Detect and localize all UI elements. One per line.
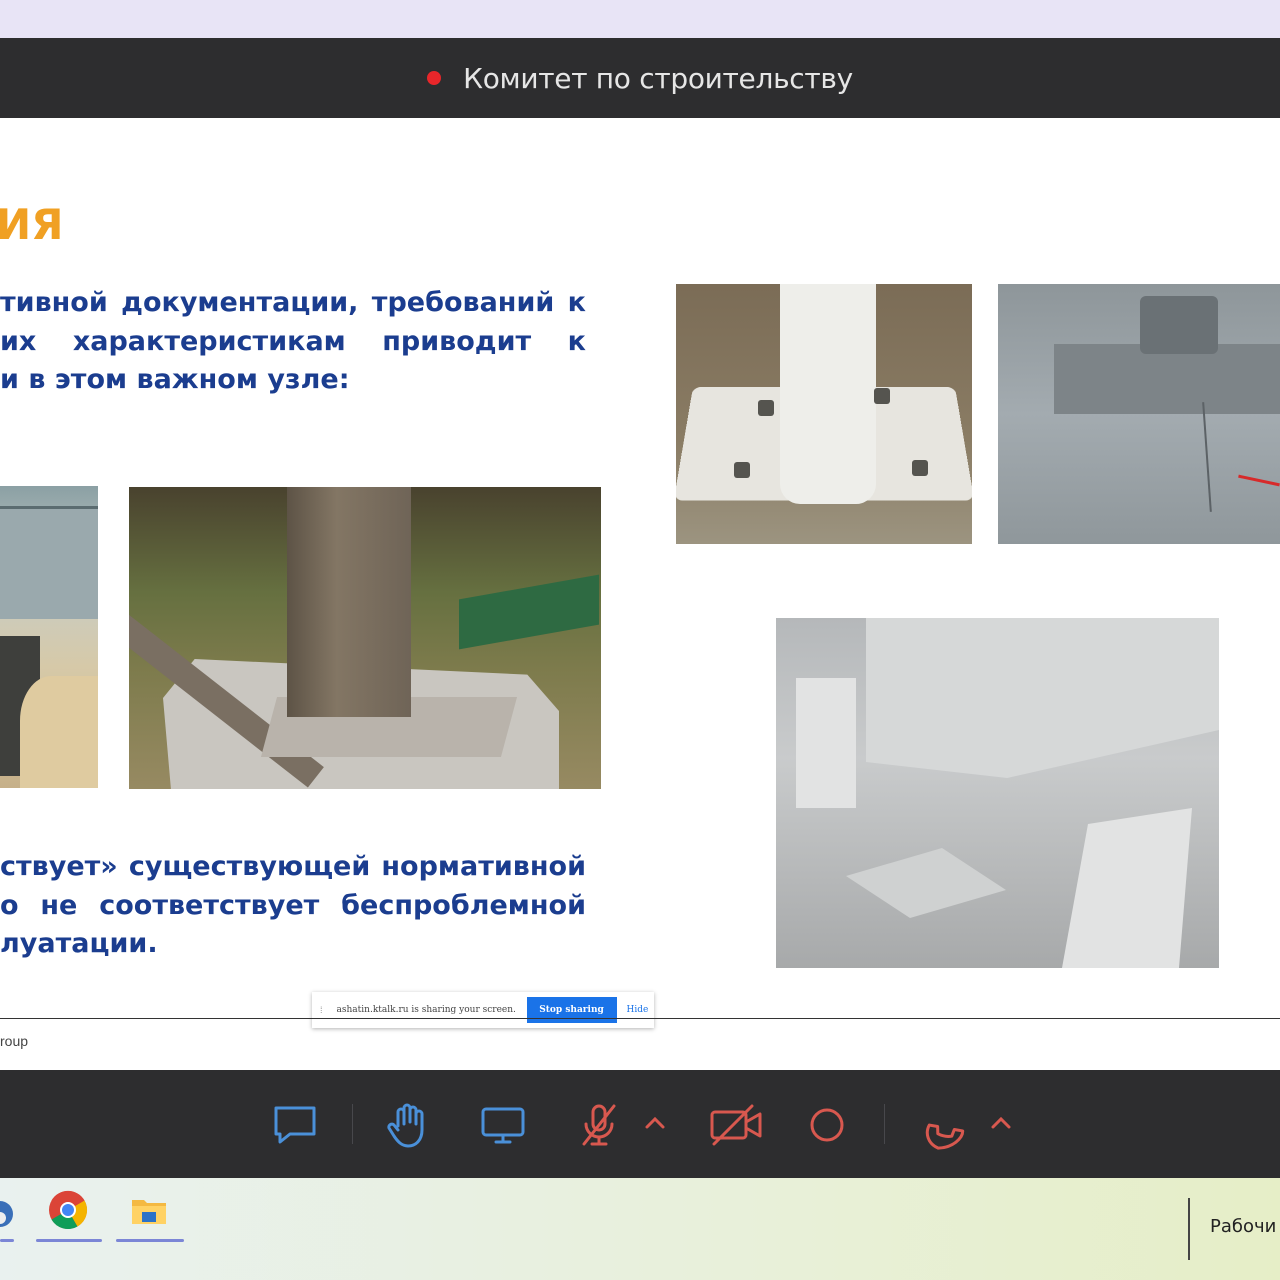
mic-options-chevron-icon[interactable]	[640, 1108, 670, 1138]
record-icon[interactable]	[802, 1100, 852, 1150]
slide-paragraph-top: тивной документации, требований к их хар…	[0, 284, 586, 400]
hide-link[interactable]: Hide	[627, 1005, 649, 1015]
paragraph-line: луатации.	[0, 928, 158, 959]
taskbar-active-indicator	[0, 1239, 14, 1242]
raise-hand-icon[interactable]	[384, 1100, 434, 1150]
shared-slide: ИЯ тивной документации, требований к их …	[0, 118, 1280, 1070]
slide-heading: ИЯ	[0, 200, 64, 249]
chat-icon[interactable]	[270, 1100, 320, 1150]
camera-off-icon[interactable]	[708, 1100, 764, 1150]
paragraph-line: и в этом важном узле:	[0, 364, 350, 395]
taskbar-active-indicator	[36, 1239, 102, 1242]
taskbar-active-indicator	[116, 1239, 184, 1242]
photo-cracked-concrete	[998, 284, 1280, 544]
call-options-chevron-icon[interactable]	[986, 1108, 1016, 1138]
app-icon[interactable]	[0, 1196, 14, 1232]
toolbar-divider	[884, 1104, 885, 1144]
share-notice-text: ashatin.ktalk.ru is sharing your screen.	[336, 1005, 516, 1015]
mic-off-icon[interactable]	[574, 1100, 624, 1150]
paragraph-line: о не соответствует беспроблемной	[0, 889, 586, 921]
taskbar-divider	[1188, 1198, 1190, 1260]
window-top-strip	[0, 0, 1280, 38]
file-explorer-icon[interactable]	[130, 1194, 168, 1226]
red-arrow-icon	[1238, 474, 1280, 487]
drag-handle-icon[interactable]: ⁞	[320, 1005, 323, 1015]
chrome-icon[interactable]	[48, 1190, 88, 1230]
photo-broken-foundation	[776, 618, 1219, 968]
desktop-label[interactable]: Рабочи	[1210, 1216, 1276, 1237]
paragraph-line: их характеристикам приводит к	[0, 325, 586, 357]
paragraph-line: ствует» существующей нормативной	[0, 851, 586, 882]
slide-footer-text: roup	[0, 1033, 29, 1049]
screen-share-notice: ⁞ ashatin.ktalk.ru is sharing your scree…	[312, 992, 654, 1028]
stop-sharing-button[interactable]: Stop sharing	[526, 997, 617, 1023]
slide-footer-rule	[0, 1018, 1280, 1019]
photo-lab-column-test	[676, 284, 972, 544]
paragraph-line: тивной документации, требований к	[0, 287, 586, 318]
recording-indicator-icon	[427, 71, 442, 85]
photo-steel-column-base	[129, 487, 601, 789]
meeting-title: Комитет по строительству	[463, 61, 853, 95]
screen-share-icon[interactable]	[478, 1100, 528, 1150]
photo-foundation-test	[0, 486, 98, 788]
meeting-title-bar: Комитет по строительству	[0, 38, 1280, 118]
hang-up-icon[interactable]	[918, 1100, 974, 1150]
toolbar-divider	[352, 1104, 353, 1144]
os-taskbar	[0, 1178, 1280, 1280]
slide-paragraph-bottom: ствует» существующей нормативной о не со…	[0, 848, 586, 964]
